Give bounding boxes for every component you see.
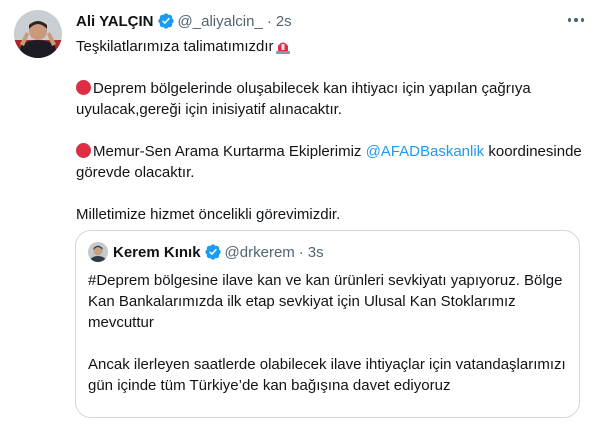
quoted-author-avatar — [88, 242, 108, 262]
tweet-paragraph-2-text: Memur-Sen Arama Kurtarma Ekiplerimiz — [93, 143, 366, 160]
author-avatar[interactable] — [14, 10, 62, 58]
tweet-line-1: Teşkilatlarımıza talimatımızdır — [76, 36, 586, 57]
quoted-paragraph-2: Ancak ilerleyen saatlerde olabilecek ila… — [88, 356, 566, 394]
tweet-line-1-text: Teşkilatlarımıza talimatımızdır — [76, 38, 274, 55]
mention-link[interactable]: @AFADBaskanlik — [366, 143, 485, 160]
tweet-paragraph-1: Deprem bölgelerinde oluşabilecek kan iht… — [76, 78, 586, 120]
siren-emoji-icon — [275, 42, 290, 54]
quoted-author-name: Kerem Kınık — [113, 243, 201, 261]
separator-dot: · — [266, 12, 272, 30]
quoted-author-handle: @drkerem — [224, 243, 295, 261]
tweet[interactable]: Ali YALÇIN @_aliyalcin_ · 2s Teşkilatlar… — [0, 0, 605, 424]
red-circle-icon — [76, 143, 91, 158]
red-circle-icon — [76, 80, 91, 95]
quoted-paragraph-1: #Deprem bölgesine ilave kan ve kan ürünl… — [88, 272, 563, 331]
tweet-header: Ali YALÇIN @_aliyalcin_ · 2s — [76, 10, 586, 32]
verified-badge-icon — [157, 13, 174, 29]
quoted-tweet-header: Kerem Kınık @drkerem · 3s — [88, 241, 567, 263]
verified-badge-icon — [204, 244, 221, 260]
separator-dot: · — [298, 243, 304, 261]
author-name[interactable]: Ali YALÇIN — [76, 13, 154, 30]
tweet-paragraph-3: Milletimize hizmet öncelikli görevimizdi… — [76, 206, 341, 223]
author-handle[interactable]: @_aliyalcin_ — [178, 13, 263, 30]
tweet-timestamp[interactable]: 2s — [276, 13, 292, 30]
quoted-tweet-timestamp: 3s — [307, 243, 324, 261]
tweet-paragraph-1-text: Deprem bölgelerinde oluşabilecek kan iht… — [76, 80, 531, 118]
tweet-text: Teşkilatlarımıza talimatımızdır Deprem b… — [76, 36, 586, 225]
quoted-tweet-text: #Deprem bölgesine ilave kan ve kan ürünl… — [88, 270, 567, 396]
tweet-paragraph-2: Memur-Sen Arama Kurtarma Ekiplerimiz @AF… — [76, 141, 586, 183]
tweet-body: Ali YALÇIN @_aliyalcin_ · 2s Teşkilatlar… — [76, 10, 586, 225]
quoted-tweet[interactable]: Kerem Kınık @drkerem · 3s #Deprem bölges… — [75, 230, 580, 418]
